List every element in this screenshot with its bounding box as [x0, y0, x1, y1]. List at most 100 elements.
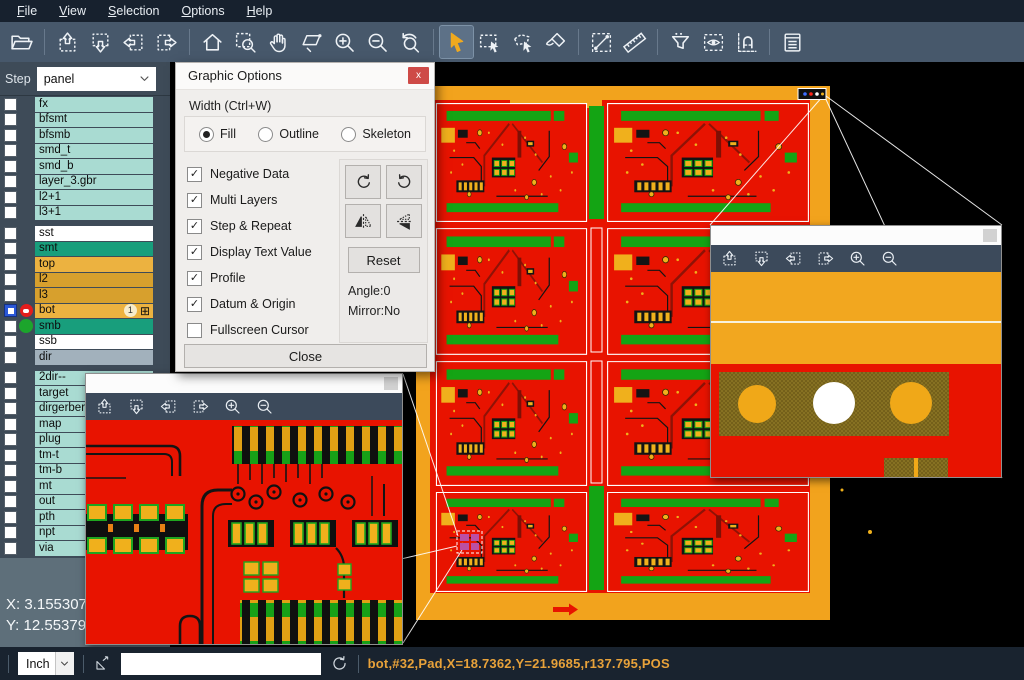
- layer-name-sst[interactable]: sst: [35, 226, 153, 241]
- layer-name-fx[interactable]: fx: [35, 97, 153, 112]
- layer-name-l2+1[interactable]: l2+1: [35, 190, 153, 205]
- close-icon[interactable]: x: [408, 67, 429, 84]
- layer-name-l3+1[interactable]: l3+1: [35, 206, 153, 221]
- layer-visibility-checkbox-smt[interactable]: [4, 242, 17, 255]
- select-rectangle-button[interactable]: [473, 26, 506, 58]
- checkbox-negative-data[interactable]: ✓Negative Data: [187, 161, 312, 187]
- layer-name-dir[interactable]: dir: [35, 350, 153, 365]
- layer-name-bfsmb[interactable]: bfsmb: [35, 128, 153, 143]
- layer-visibility-checkbox-bfsmb[interactable]: [4, 129, 17, 142]
- checkbox-box[interactable]: ✓: [187, 167, 202, 182]
- layer-visibility-checkbox-dir[interactable]: [4, 351, 17, 364]
- layer-visibility-checkbox-bfsmt[interactable]: [4, 113, 17, 126]
- layer-name-l3[interactable]: l3: [35, 288, 153, 303]
- clean-button[interactable]: [539, 26, 572, 58]
- corner-snap-icon[interactable]: [93, 654, 112, 673]
- layer-name-bfsmt[interactable]: bfsmt: [35, 113, 153, 128]
- layer-name-layer_3.gbr[interactable]: layer_3.gbr: [35, 175, 153, 190]
- radio-outline[interactable]: Outline: [258, 127, 319, 142]
- refresh-icon[interactable]: [330, 654, 349, 673]
- checkbox-multi-layers[interactable]: ✓Multi Layers: [187, 187, 312, 213]
- layer-visibility-checkbox-plug[interactable]: [4, 433, 17, 446]
- command-input[interactable]: [121, 653, 321, 675]
- layer-name-ssb[interactable]: ssb: [35, 335, 153, 350]
- layer-row-fx[interactable]: fx: [0, 97, 170, 112]
- reset-button[interactable]: Reset: [348, 247, 420, 273]
- checkbox-step-repeat[interactable]: ✓Step & Repeat: [187, 213, 312, 239]
- layer-visibility-checkbox-l3+1[interactable]: [4, 206, 17, 219]
- step-dropdown[interactable]: panel: [37, 67, 156, 91]
- layer-visibility-checkbox-npt[interactable]: [4, 526, 17, 539]
- layer-row-smb[interactable]: smb: [0, 319, 170, 334]
- radio-circle[interactable]: [341, 127, 356, 142]
- layer-name-smd_t[interactable]: smd_t: [35, 144, 153, 159]
- layer-row-l3+1[interactable]: l3+1: [0, 206, 170, 221]
- menu-item-help[interactable]: Help: [236, 4, 284, 18]
- layer-visibility-checkbox-tm-t[interactable]: [4, 449, 17, 462]
- menu-item-options[interactable]: Options: [170, 4, 235, 18]
- open-button[interactable]: [5, 26, 38, 58]
- checkbox-box[interactable]: ✓: [187, 219, 202, 234]
- zoom-polygon-button[interactable]: [295, 26, 328, 58]
- magnifier-1-titlebar[interactable]: [86, 374, 402, 393]
- layer-visibility-checkbox-l3[interactable]: [4, 289, 17, 302]
- layer-name-smd_b[interactable]: smd_b: [35, 159, 153, 174]
- select-cursor-button[interactable]: [440, 26, 473, 58]
- unit-dropdown[interactable]: Inch: [18, 652, 74, 675]
- checkbox-profile[interactable]: ✓Profile: [187, 265, 312, 291]
- layer-row-layer_3.gbr[interactable]: layer_3.gbr: [0, 175, 170, 190]
- checkbox-box[interactable]: ✓: [187, 297, 202, 312]
- snap-button[interactable]: [730, 26, 763, 58]
- pan-left-button[interactable]: [117, 26, 150, 58]
- zoom-in-button[interactable]: [848, 249, 867, 268]
- layer-row-dir[interactable]: dir: [0, 350, 170, 365]
- layer-row-ssb[interactable]: ssb: [0, 335, 170, 350]
- zoom-out-button[interactable]: [361, 26, 394, 58]
- magnifier-2-titlebar[interactable]: [711, 226, 1001, 245]
- layer-visibility-checkbox-fx[interactable]: [4, 98, 17, 111]
- pan-right-button[interactable]: [150, 26, 183, 58]
- layer-name-l2[interactable]: l2: [35, 273, 153, 288]
- select-polygon-button[interactable]: [506, 26, 539, 58]
- layer-visibility-checkbox-target[interactable]: [4, 387, 17, 400]
- pan-down-button[interactable]: [752, 249, 771, 268]
- pan-left-button[interactable]: [159, 397, 178, 416]
- layer-visibility-checkbox-bot[interactable]: [4, 304, 17, 317]
- layer-visibility-checkbox-layer_3.gbr[interactable]: [4, 175, 17, 188]
- magnifier-2-view[interactable]: [711, 272, 1001, 477]
- dialog-titlebar[interactable]: Graphic Options x: [176, 63, 434, 90]
- layer-row-top[interactable]: top: [0, 257, 170, 272]
- layer-visibility-checkbox-2dir--[interactable]: [4, 371, 17, 384]
- close-button[interactable]: Close: [184, 344, 427, 368]
- layer-name-smb[interactable]: smb: [35, 319, 153, 334]
- pan-down-button[interactable]: [84, 26, 117, 58]
- layer-row-smd_b[interactable]: smd_b: [0, 159, 170, 174]
- layer-visibility-checkbox-smd_t[interactable]: [4, 144, 17, 157]
- pan-down-button[interactable]: [127, 397, 146, 416]
- layer-name-smt[interactable]: smt: [35, 242, 153, 257]
- zoom-window-button[interactable]: [229, 26, 262, 58]
- layer-visibility-checkbox-dirgerber[interactable]: [4, 402, 17, 415]
- pan-up-button[interactable]: [95, 397, 114, 416]
- layer-row-l2+1[interactable]: l2+1: [0, 190, 170, 205]
- layer-visibility-checkbox-ssb[interactable]: [4, 335, 17, 348]
- menu-item-view[interactable]: View: [48, 4, 97, 18]
- zoom-out-button[interactable]: [880, 249, 899, 268]
- checkbox-box[interactable]: ✓: [187, 193, 202, 208]
- layer-visibility-checkbox-l2[interactable]: [4, 273, 17, 286]
- pan-left-button[interactable]: [784, 249, 803, 268]
- measure-button[interactable]: [585, 26, 618, 58]
- magnifier-2-window-button[interactable]: [983, 229, 997, 242]
- mirror-vertical-button[interactable]: [386, 204, 422, 238]
- magnifier-1-window-button[interactable]: [384, 377, 398, 390]
- checkbox-display-text-value[interactable]: ✓Display Text Value: [187, 239, 312, 265]
- layer-visibility-checkbox-via[interactable]: [4, 542, 17, 555]
- layer-visibility-checkbox-map[interactable]: [4, 418, 17, 431]
- layer-visibility-checkbox-smd_b[interactable]: [4, 160, 17, 173]
- checkbox-box[interactable]: ✓: [187, 271, 202, 286]
- view-filter-button[interactable]: [697, 26, 730, 58]
- magnifier-1-view[interactable]: [86, 420, 402, 644]
- layer-row-bfsmb[interactable]: bfsmb: [0, 128, 170, 143]
- layer-visibility-checkbox-out[interactable]: [4, 495, 17, 508]
- layer-visibility-checkbox-pth[interactable]: [4, 511, 17, 524]
